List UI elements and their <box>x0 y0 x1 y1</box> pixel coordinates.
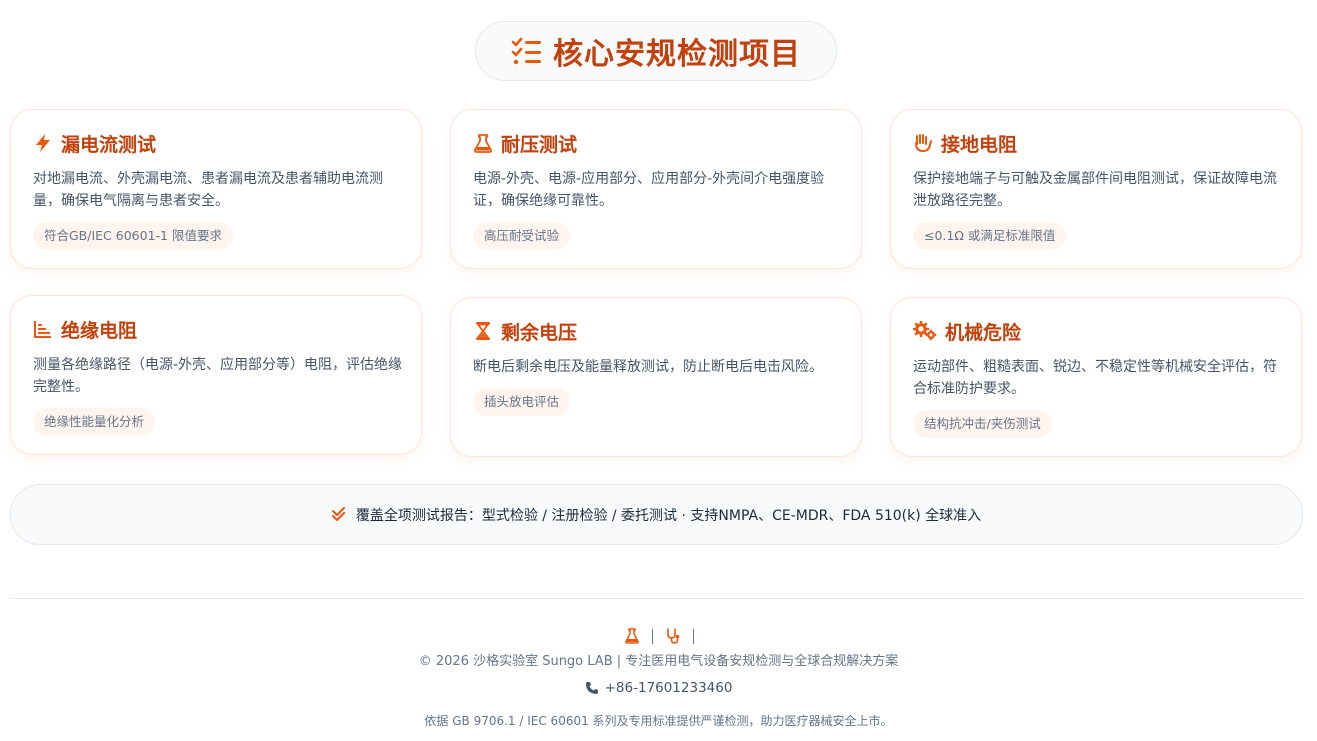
card-description: 保护接地端子与可触及金属部件间电阻测试，保证故障电流泄放路径完整。 <box>913 171 1277 209</box>
hourglass-icon <box>476 322 490 340</box>
card-description: 断电后剩余电压及能量释放测试，防止断电后电击风险。 <box>473 359 823 375</box>
card-title: 绝缘电阻 <box>61 319 138 342</box>
footer-note: 依据 GB 9706.1 / IEC 60601 系列及专用标准提供严谨检测，助… <box>424 714 893 728</box>
footer-icon-row <box>0 626 1317 646</box>
flask-icon <box>624 628 639 644</box>
card-tag: 符合GB/IEC 60601-1 限值要求 <box>33 222 233 250</box>
card-leakage-current: 漏电流测试 对地漏电流、外壳漏电流、患者漏电流及患者辅助电流测量，确保电气隔离与… <box>10 109 422 269</box>
card-title: 漏电流测试 <box>61 133 157 156</box>
card-description: 测量各绝缘路径（电源-外壳、应用部分等）电阻，评估绝缘完整性。 <box>33 357 403 395</box>
footer-copyright: © 2026 沙格实验室 Sungo LAB | 专注医用电气设备安规检测与全球… <box>418 654 899 669</box>
coverage-summary-bar: 覆盖全项测试报告：型式检验 / 注册检验 / 委托测试 · 支持NMPA、CE-… <box>10 484 1303 545</box>
footer-separator <box>692 628 694 644</box>
double-check-icon <box>331 506 345 521</box>
card-insulation-resistance: 绝缘电阻 测量各绝缘路径（电源-外壳、应用部分等）电阻，评估绝缘完整性。 绝缘性… <box>10 295 422 455</box>
card-withstand-voltage: 耐压测试 电源-外壳、电源-应用部分、应用部分-外壳间介电强度验证，确保绝缘可靠… <box>450 109 862 269</box>
card-title: 耐压测试 <box>501 133 578 156</box>
flask-icon <box>474 134 492 153</box>
section-title-pill: 核心安规检测项目 <box>475 21 837 81</box>
gears-icon <box>913 321 937 341</box>
footer-phone[interactable]: +86-17601233460 <box>0 678 1317 698</box>
card-tag: 插头放电评估 <box>473 388 571 416</box>
card-residual-voltage: 剩余电压 断电后剩余电压及能量释放测试，防止断电后电击风险。 插头放电评估 <box>450 297 862 457</box>
bolt-icon <box>36 134 50 152</box>
card-description: 运动部件、粗糙表面、锐边、不稳定性等机械安全评估，符合标准防护要求。 <box>913 359 1277 397</box>
coverage-summary-text: 覆盖全项测试报告：型式检验 / 注册检验 / 委托测试 · 支持NMPA、CE-… <box>355 507 982 524</box>
card-mechanical-hazard: 机械危险 运动部件、粗糙表面、锐边、不稳定性等机械安全评估，符合标准防护要求。 … <box>890 297 1302 457</box>
bar-chart-icon <box>34 321 51 338</box>
card-tag: 高压耐受试验 <box>473 222 571 250</box>
page-title: 核心安规检测项目 <box>553 37 801 72</box>
hand-icon <box>915 134 932 153</box>
card-description: 对地漏电流、外壳漏电流、患者漏电流及患者辅助电流测量，确保电气隔离与患者安全。 <box>33 171 383 209</box>
card-title: 接地电阻 <box>941 133 1018 156</box>
card-ground-resistance: 接地电阻 保护接地端子与可触及金属部件间电阻测试，保证故障电流泄放路径完整。 ≤… <box>890 109 1302 269</box>
card-title: 剩余电压 <box>501 321 578 344</box>
phone-number[interactable]: +86-17601233460 <box>605 680 733 696</box>
footer-divider <box>10 598 1303 599</box>
phone-icon <box>585 682 598 694</box>
footer-separator <box>651 628 653 644</box>
card-tag: ≤0.1Ω 或满足标准限值 <box>913 222 1067 250</box>
card-tag: 结构抗冲击/夹伤测试 <box>913 410 1052 438</box>
checklist-icon <box>511 37 541 65</box>
stethoscope-icon <box>666 628 679 644</box>
card-tag: 绝缘性能量化分析 <box>33 408 156 436</box>
card-description: 电源-外壳、电源-应用部分、应用部分-外壳间介电强度验证，确保绝缘可靠性。 <box>473 171 825 209</box>
card-title: 机械危险 <box>945 321 1022 344</box>
